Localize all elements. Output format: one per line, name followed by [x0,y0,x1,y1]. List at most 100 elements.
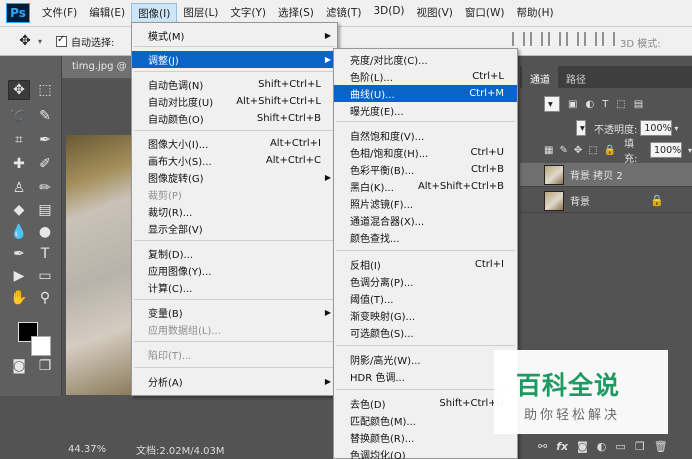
lock-transparent-icon[interactable]: ▦ [544,145,553,156]
menu-item[interactable]: 文件(F) [36,3,83,24]
align-icon[interactable] [584,32,597,46]
layer-row[interactable]: 背景 拷贝 2 [520,163,692,187]
add-mask-icon[interactable]: ◙ [577,440,588,453]
auto-select-checkbox[interactable] [56,34,68,47]
layer-name[interactable]: 背景 [570,193,590,208]
align-icon[interactable] [602,32,615,46]
quick-mask-icon[interactable]: ◙ [8,356,30,376]
marquee-tool-icon[interactable]: ⬚ [34,80,56,100]
fill-dropdown-icon[interactable]: ▾ [688,146,692,155]
quick-select-tool-icon[interactable]: ✎ [34,106,56,126]
image-menu-item[interactable]: 模式(M) ▶ [132,27,337,44]
tab-channels[interactable]: 通道 [522,66,558,88]
opacity-input[interactable]: 100% [640,120,673,136]
type-tool-icon[interactable]: T [34,244,56,264]
adjust-menu-item[interactable]: 渐变映射(G)... [334,307,517,324]
adjust-menu-item[interactable]: 色阶(L)... Ctrl+L [334,68,517,85]
adjust-menu-item[interactable]: 匹配颜色(M)... [334,412,517,429]
eraser-tool-icon[interactable]: ◆ [8,200,30,220]
fill-input[interactable]: 100% [649,142,682,158]
zoom-tool-icon[interactable]: ⚲ [34,288,56,308]
image-menu-item[interactable]: 复制(D)... [132,245,337,262]
delete-layer-icon[interactable]: 🗑 [654,440,668,453]
image-menu-item[interactable]: 裁切(R)... [132,203,337,220]
new-group-icon[interactable]: ▭ [615,440,625,453]
adjust-menu-item[interactable]: 反相(I) Ctrl+I [334,256,517,273]
layer-name[interactable]: 背景 拷贝 2 [570,167,623,182]
menu-item[interactable]: 图像(I) [131,2,178,24]
adjust-menu-item[interactable]: HDR 色调... [334,368,517,385]
tool-preset-dropdown-icon[interactable]: ▾ [38,37,42,46]
adjust-menu-item[interactable]: 替换颜色(R)... [334,429,517,446]
menu-item[interactable]: 3D(D) [367,3,410,24]
shape-tool-icon[interactable]: ▭ [34,266,56,286]
lasso-tool-icon[interactable]: ➰ [8,106,30,126]
link-layers-icon[interactable]: ⚯ [538,440,547,453]
image-menu-item[interactable]: 显示全部(V) [132,220,337,237]
background-color-swatch[interactable] [31,336,51,356]
image-menu-item[interactable]: 计算(C)... [132,279,337,296]
image-menu-item[interactable]: 自动颜色(O) Shift+Ctrl+B [132,110,337,127]
healing-brush-icon[interactable]: ✚ [8,154,30,174]
image-menu-item[interactable]: 调整(J) ▶ [132,51,337,68]
menu-item[interactable]: 滤镜(T) [320,3,368,24]
gradient-tool-icon[interactable]: ▤ [34,200,56,220]
adjust-menu-item[interactable]: 亮度/对比度(C)... [334,51,517,68]
menu-item[interactable]: 编辑(E) [83,3,131,24]
screen-mode-icon[interactable]: ❐ [34,356,56,376]
image-menu-item[interactable]: 变量(B) ▶ [132,304,337,321]
menu-item[interactable]: 窗口(W) [459,3,511,24]
smart-filter-icon[interactable]: ▤ [634,99,643,110]
lock-position-icon[interactable]: ✥ [574,145,582,156]
adjust-filter-icon[interactable]: ◐ [585,99,594,110]
tab-paths[interactable]: 路径 [558,66,594,88]
image-menu-item[interactable]: 应用图像(Y)... [132,262,337,279]
lock-all-icon[interactable]: 🔒 [604,145,616,156]
pen-tool-icon[interactable]: ✒ [8,244,30,264]
move-tool-icon[interactable]: ✥ [8,80,30,100]
adjust-menu-item[interactable]: 照片滤镜(F)... [334,195,517,212]
menu-item[interactable]: 视图(V) [411,3,459,24]
brush-tool-icon[interactable]: ✐ [34,154,56,174]
opacity-dropdown-icon[interactable]: ▾ [674,124,678,133]
image-menu-item[interactable]: 自动色调(N) Shift+Ctrl+L [132,76,337,93]
new-layer-icon[interactable]: ❐ [635,440,645,453]
image-filter-icon[interactable]: ▣ [568,99,577,110]
adjust-menu-item[interactable]: 去色(D) Shift+Ctrl+U [334,395,517,412]
dodge-tool-icon[interactable]: ● [34,222,56,242]
adjust-menu-item[interactable]: 黑白(K)... Alt+Shift+Ctrl+B [334,178,517,195]
adjustment-layer-icon[interactable]: ◐ [597,440,607,453]
image-menu-item[interactable]: 应用数据组(L)... [132,321,337,338]
image-menu-item[interactable]: 陷印(T)... [132,346,337,363]
document-tab[interactable]: timg.jpg @ [62,56,132,78]
crop-tool-icon[interactable]: ⌗ [8,130,30,150]
image-menu-item[interactable]: 分析(A) ▶ [132,373,337,390]
hand-tool-icon[interactable]: ✋ [8,288,30,308]
adjust-menu-item[interactable]: 通道混合器(X)... [334,212,517,229]
kind-filter-dropdown[interactable]: ▾ [544,96,560,112]
image-menu-item[interactable]: 裁剪(P) [132,186,337,203]
adjust-menu-item[interactable]: 色彩平衡(B)... Ctrl+B [334,161,517,178]
menu-item[interactable]: 帮助(H) [511,3,560,24]
align-icon[interactable] [530,32,543,46]
adjust-menu-item[interactable]: 颜色查找... [334,229,517,246]
blend-mode-dropdown[interactable]: ▾ [576,120,586,136]
eyedropper-tool-icon[interactable]: ✒ [34,130,56,150]
shape-filter-icon[interactable]: ⬚ [616,99,625,110]
align-icon[interactable] [548,32,561,46]
adjust-menu-item[interactable]: 色调均化(Q) [334,446,517,459]
path-select-icon[interactable]: ▶ [8,266,30,286]
lock-artboard-icon[interactable]: ⬚ [588,145,597,156]
image-menu-item[interactable]: 画布大小(S)... Alt+Ctrl+C [132,152,337,169]
menu-item[interactable]: 选择(S) [272,3,320,24]
image-menu-item[interactable]: 图像旋转(G) ▶ [132,169,337,186]
menu-item[interactable]: 文字(Y) [224,3,272,24]
adjust-menu-item[interactable]: 曲线(U)... Ctrl+M [334,85,517,102]
type-filter-icon[interactable]: T [602,99,608,110]
image-menu-item[interactable]: 自动对比度(U) Alt+Shift+Ctrl+L [132,93,337,110]
fx-icon[interactable]: fx [556,440,568,453]
menu-item[interactable]: 图层(L) [177,3,224,24]
layer-row[interactable]: 背景 🔒 [520,189,692,213]
align-icon[interactable] [512,32,525,46]
adjust-menu-item[interactable]: 阈值(T)... [334,290,517,307]
